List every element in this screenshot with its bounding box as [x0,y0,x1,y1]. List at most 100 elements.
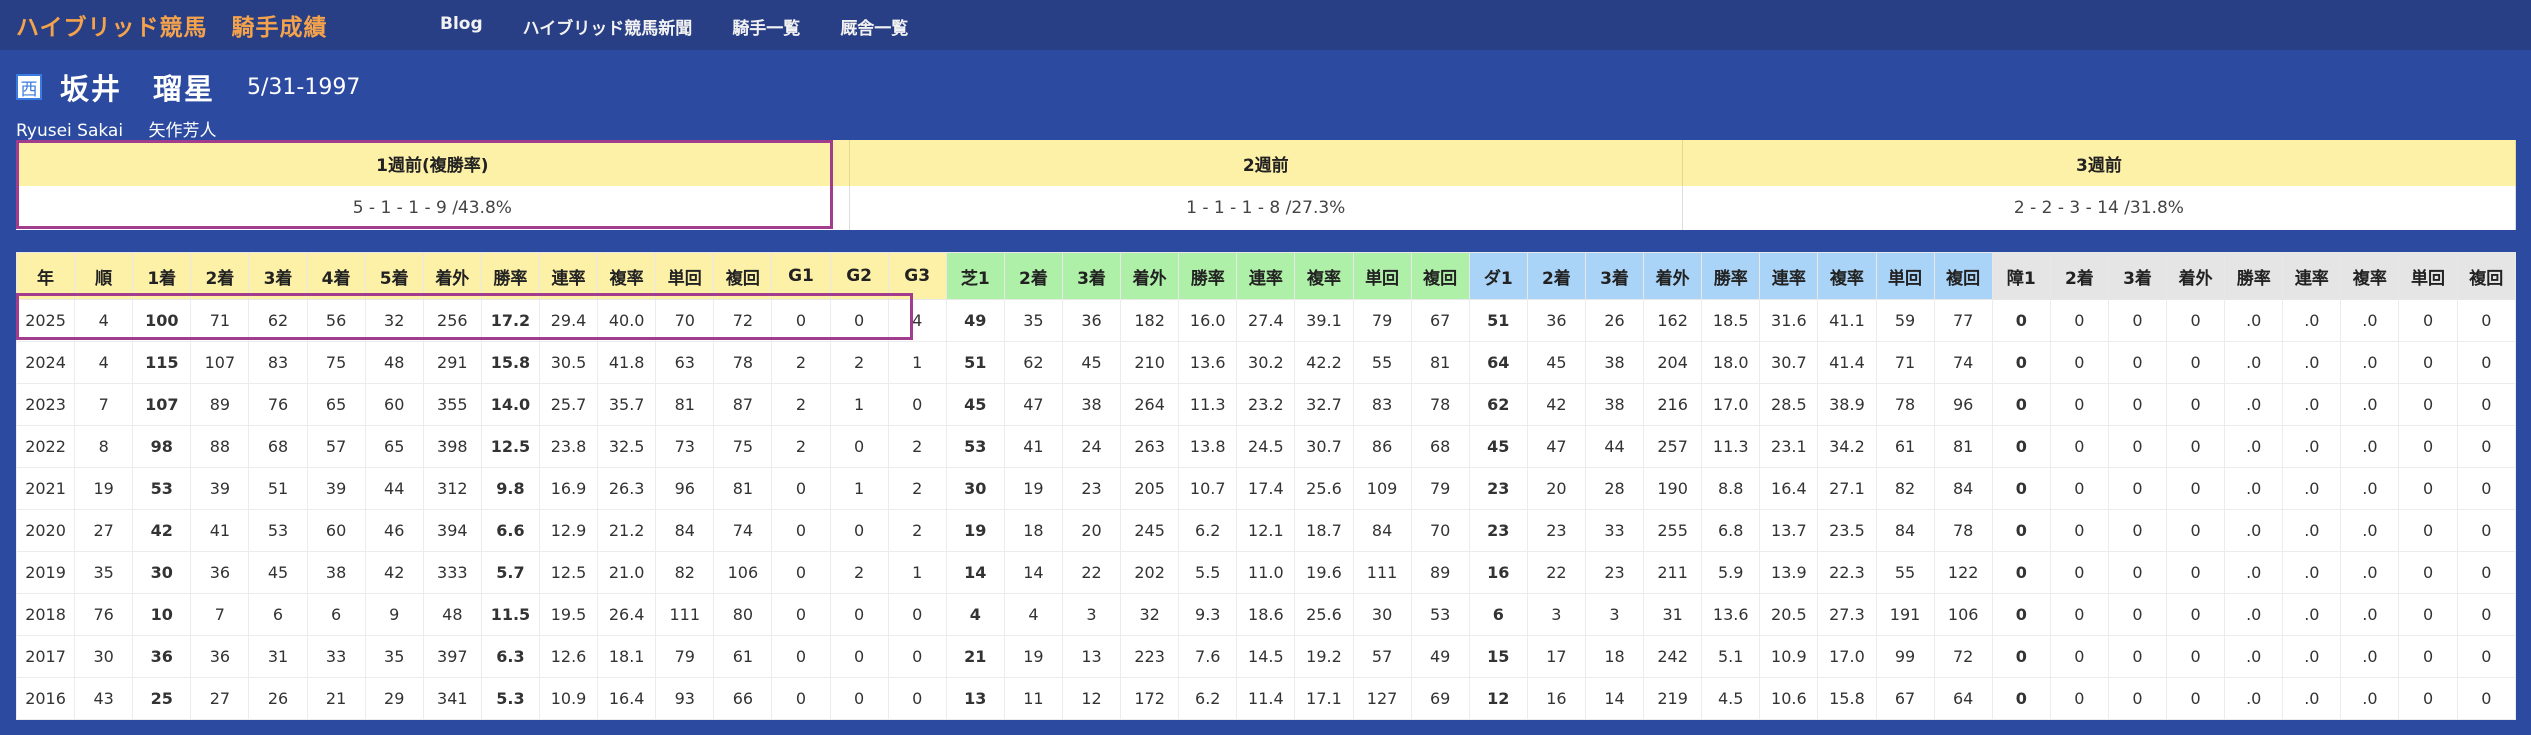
table-cell: .0 [2340,467,2400,510]
table-cell: 44 [1584,425,1645,468]
table-cell: .0 [2224,509,2284,552]
table-cell: 64 [1933,677,1993,720]
table-cell: 38 [1584,383,1645,426]
table-cell: 11.3 [1178,383,1238,426]
table-cell: 78 [713,341,773,384]
table-cell: 263 [1120,425,1180,468]
nav-link-stable-list[interactable]: 厩舎一覧 [840,14,908,39]
table-cell: 4 [887,299,947,342]
table-cell: 0 [2107,341,2168,384]
table-cell: 190 [1643,467,1703,510]
table-cell: 0 [771,467,831,510]
table-cell: 100 [132,299,192,342]
table-cell: 2 [887,425,947,468]
stats-header-cell: 複率 [597,252,657,300]
table-cell: 53 [132,467,192,510]
jockey-romaji: Ryusei Sakai [16,121,124,141]
table-cell: 0 [2398,341,2458,384]
table-cell: 0 [2456,299,2517,342]
table-cell: 65 [364,425,424,468]
table-cell: 0 [2456,341,2517,384]
table-cell: .0 [2340,425,2400,468]
table-cell: 312 [422,467,482,510]
table-cell: 83 [248,341,308,384]
table-cell: 10.7 [1178,467,1238,510]
stats-header-cell: G3 [887,252,947,300]
jockey-name: 坂井 瑠星 [60,72,216,106]
table-cell: 78 [1933,509,1993,552]
table-cell: 0 [2107,299,2168,342]
table-cell: 0 [2398,677,2458,720]
table-cell: 70 [655,299,715,342]
table-cell: 79 [1352,299,1412,342]
table-cell: 0 [2049,341,2109,384]
stats-header-cell: 複率 [2340,252,2400,300]
table-cell: 38.9 [1817,383,1877,426]
table-cell: 204 [1643,341,1703,384]
nav-link-newspaper[interactable]: ハイブリッド競馬新聞 [523,14,693,39]
stats-header-row: 年順 1着 2着 3着 4着 5着 着外 勝率 連率 複率 単回 複回 G1 G2 G3 芝1 2着 3着 着外 勝率… [15,252,2517,300]
site-brand[interactable]: ハイブリッド競馬 騎手成績 [16,8,328,42]
table-cell: 0 [2107,383,2168,426]
table-cell: 3 [1584,593,1645,636]
table-cell: 25.6 [1294,467,1354,510]
table-cell: 45 [248,551,308,594]
table-cell: 5.3 [480,677,540,720]
table-cell: .0 [2340,341,2400,384]
table-cell: 38 [1061,383,1122,426]
table-cell: 69 [1410,677,1470,720]
nav-link-jockey-list[interactable]: 騎手一覧 [732,14,800,39]
table-cell: 256 [422,299,482,342]
table-cell: 2 [887,509,947,552]
table-cell: 78 [1410,383,1470,426]
table-cell: .0 [2340,509,2400,552]
table-cell: 0 [1991,467,2051,510]
table-cell: 0 [829,425,889,468]
table-cell: 28 [1584,467,1645,510]
table-cell: .0 [2224,425,2284,468]
table-cell: 39 [190,467,250,510]
table-cell: .0 [2282,509,2342,552]
table-cell: 24 [1061,425,1122,468]
table-cell: 11.0 [1236,551,1296,594]
table-cell: 14.5 [1236,635,1296,678]
table-cell: 41.4 [1817,341,1877,384]
table-cell: 17 [1526,635,1586,678]
table-cell: 41.1 [1817,299,1877,342]
stats-header-cell: 順 [74,252,134,300]
table-cell: 25 [132,677,192,720]
table-cell: 86 [1352,425,1412,468]
table-cell: 115 [132,341,192,384]
navbar: ハイブリッド競馬 騎手成績 Blog ハイブリッド競馬新聞 騎手一覧 厩舎一覧 [0,0,2531,50]
table-cell: .0 [2340,299,2400,342]
table-cell: 0 [2049,635,2109,678]
table-cell: 53 [1410,593,1470,636]
table-cell: 30 [74,635,134,678]
table-cell: 1 [887,341,947,384]
stats-header-cell: G2 [829,252,889,300]
table-cell: 0 [829,635,889,678]
table-cell: 13.7 [1759,509,1819,552]
stats-header-cell: 複回 [1410,252,1470,300]
table-cell: 30.5 [538,341,599,384]
table-cell: 0 [771,635,831,678]
weekly-header-2: 2週前 [849,140,1683,186]
table-cell: .0 [2340,593,2400,636]
stats-header-cell: 連率 [1759,252,1819,300]
table-cell: 27.1 [1817,467,1877,510]
table-cell: 16.9 [538,467,599,510]
table-cell: 53 [945,425,1005,468]
table-cell: 45 [1061,341,1122,384]
table-cell: .0 [2224,593,2284,636]
table-cell: 21.2 [597,509,657,552]
table-cell: 0 [2398,593,2458,636]
table-cell: .0 [2340,551,2400,594]
nav-link-blog[interactable]: Blog [440,14,483,39]
table-cell: 76 [248,383,308,426]
table-cell: 0 [2398,635,2458,678]
stats-header-cell: 単回 [655,252,715,300]
table-cell: 0 [2398,425,2458,468]
table-cell: 70 [1410,509,1470,552]
table-cell: 27 [74,509,134,552]
stats-header-cell: 2着 [1003,252,1063,300]
